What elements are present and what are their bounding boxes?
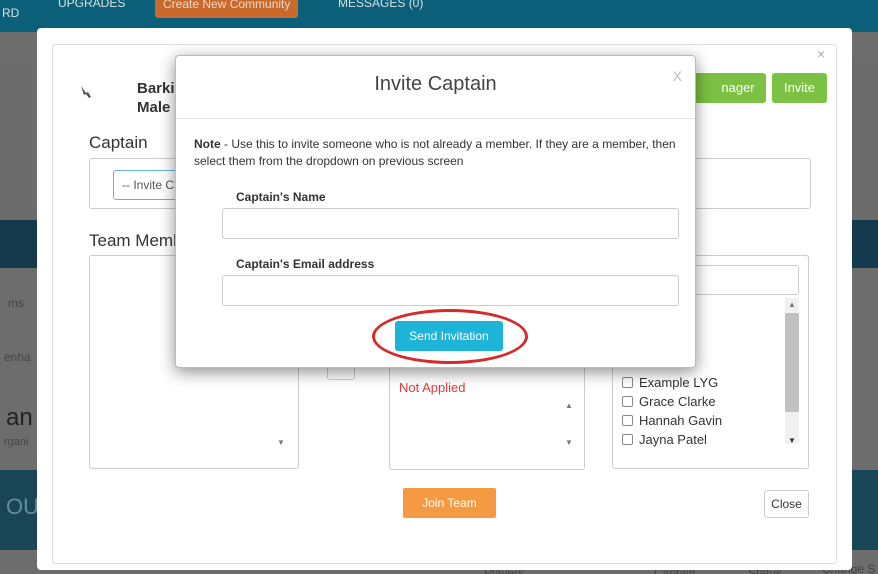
note-label: Note xyxy=(194,137,221,151)
list-item[interactable]: Jayna Patel xyxy=(622,430,722,449)
list-item[interactable]: Grace Clarke xyxy=(622,392,722,411)
background-fragment: enha xyxy=(4,350,31,364)
close-icon[interactable]: X xyxy=(673,68,682,84)
nav-item-dashboard: RD xyxy=(2,6,20,20)
team-category: Male xyxy=(137,99,171,116)
background-fragment: rgani xyxy=(4,436,29,448)
member-name: Grace Clarke xyxy=(639,394,716,409)
scroll-up-icon[interactable]: ▲ xyxy=(788,300,796,309)
members-scrollbar-thumb[interactable] xyxy=(785,313,799,412)
member-list: Example LYG Grace Clarke Hannah Gavin Ja… xyxy=(622,373,722,449)
scroll-down-icon[interactable]: ▼ xyxy=(565,438,573,447)
modal-title: Invite Captain xyxy=(374,73,497,95)
scroll-down-icon[interactable]: ▼ xyxy=(277,438,285,447)
nav-create-community-button: Create New Community xyxy=(155,0,299,18)
captain-email-label: Captain's Email address xyxy=(236,257,375,271)
nav-item-messages: MESSAGES (0) xyxy=(338,0,424,10)
background-fragment: OU xyxy=(6,494,38,519)
invite-note: Note - Use this to invite someone who is… xyxy=(194,136,694,170)
add-manager-button[interactable]: nager xyxy=(688,73,766,103)
member-name: Jayna Patel xyxy=(639,432,707,447)
member-checkbox[interactable] xyxy=(622,377,633,388)
not-applied-label: Not Applied xyxy=(399,380,466,395)
background-fragment: an xyxy=(6,404,33,431)
member-name: Example LYG xyxy=(639,375,719,390)
join-team-button[interactable]: Join Team xyxy=(403,488,496,518)
scroll-up-icon[interactable]: ▲ xyxy=(565,401,573,410)
sport-icon xyxy=(78,84,94,104)
nav-item-upgrades: UPGRADES xyxy=(58,0,126,10)
note-text: - Use this to invite someone who is not … xyxy=(194,137,676,168)
background-fragment: ms xyxy=(8,296,24,310)
list-item[interactable]: Hannah Gavin xyxy=(622,411,722,430)
send-invitation-button[interactable]: Send Invitation xyxy=(395,321,503,351)
invite-captain-modal: Invite Captain X Note - Use this to invi… xyxy=(175,55,696,368)
list-item[interactable]: Example LYG xyxy=(622,373,722,392)
member-checkbox[interactable] xyxy=(622,434,633,445)
captain-heading: Captain xyxy=(89,133,148,152)
team-name: Barki xyxy=(137,80,175,97)
invite-modal-header: Invite Captain X xyxy=(176,56,695,119)
member-checkbox[interactable] xyxy=(622,415,633,426)
invite-button[interactable]: Invite xyxy=(772,73,827,103)
members-list-middle[interactable] xyxy=(389,358,585,470)
scroll-down-icon[interactable]: ▼ xyxy=(788,436,796,445)
captain-name-input[interactable] xyxy=(222,208,679,239)
team-members-heading: Team Memb xyxy=(89,231,183,250)
team-modal-close-icon[interactable]: × xyxy=(817,46,825,62)
member-name: Hannah Gavin xyxy=(639,413,723,428)
close-button[interactable]: Close xyxy=(764,490,809,518)
captain-email-input[interactable] xyxy=(222,275,679,306)
member-checkbox[interactable] xyxy=(622,396,633,407)
captain-name-label: Captain's Name xyxy=(236,190,326,204)
